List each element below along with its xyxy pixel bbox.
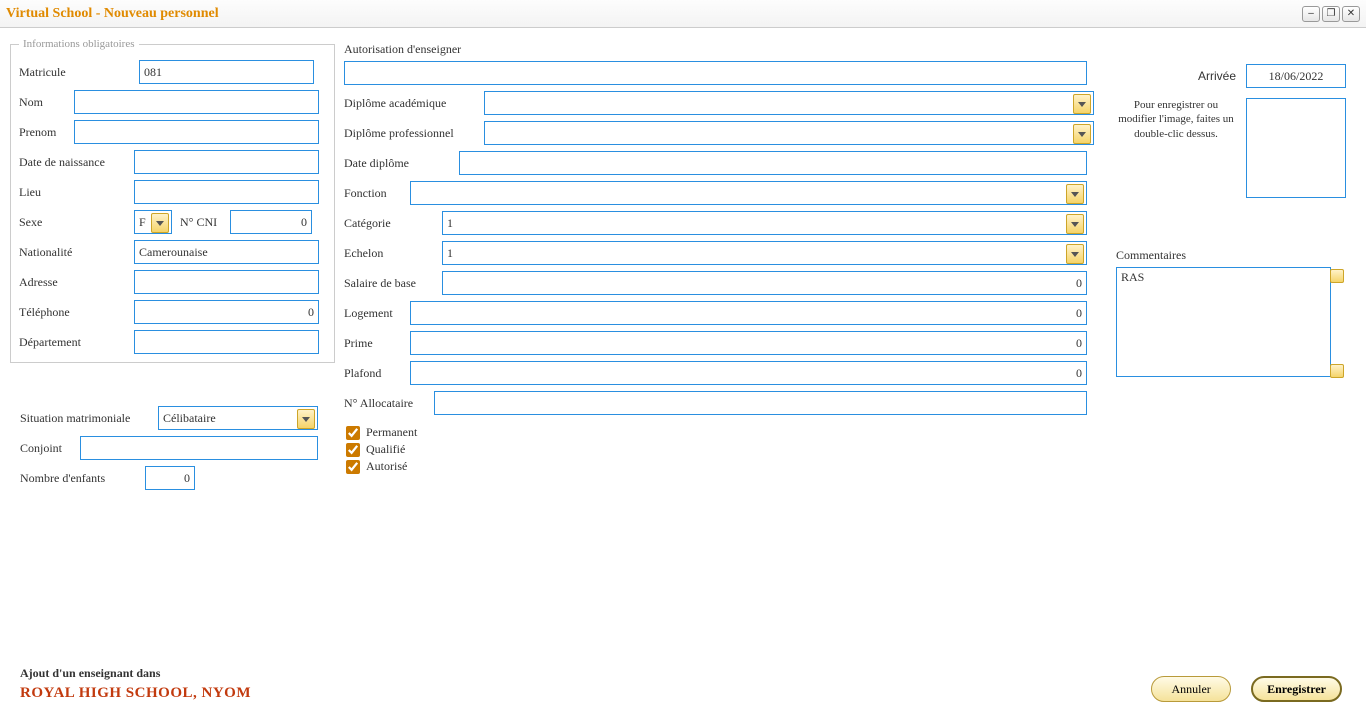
plafond-label: Plafond (344, 366, 410, 381)
categorie-value: 1 (447, 216, 453, 231)
situation-value: Célibataire (163, 411, 216, 426)
dip-prof-label: Diplôme professionnel (344, 126, 484, 141)
salaire-label: Salaire de base (344, 276, 442, 291)
dip-prof-select[interactable] (484, 121, 1094, 145)
allocataire-label: N° Allocataire (344, 396, 434, 411)
arrivee-label: Arrivée (1198, 69, 1236, 83)
cancel-button[interactable]: Annuler (1151, 676, 1231, 702)
footer-line1: Ajout d'un enseignant dans (20, 666, 251, 681)
qualifie-checkbox[interactable] (346, 443, 360, 457)
conjoint-field[interactable] (80, 436, 318, 460)
titlebar: Virtual School - Nouveau personnel – ❐ ✕ (0, 0, 1366, 28)
prenom-label: Prenom (19, 125, 74, 140)
dip-acad-select[interactable] (484, 91, 1094, 115)
allocataire-field[interactable] (434, 391, 1087, 415)
fonction-label: Fonction (344, 186, 410, 201)
plafond-field[interactable] (410, 361, 1087, 385)
departement-label: Département (19, 335, 134, 350)
dob-label: Date de naissance (19, 155, 134, 170)
adresse-field[interactable] (134, 270, 319, 294)
prenom-field[interactable] (74, 120, 319, 144)
sexe-label: Sexe (19, 215, 134, 230)
mandatory-info-group: Informations obligatoires Matricule Nom … (10, 38, 335, 363)
conjoint-label: Conjoint (20, 441, 80, 456)
comments-field[interactable] (1116, 267, 1331, 377)
permanent-label: Permanent (366, 425, 417, 440)
nom-field[interactable] (74, 90, 319, 114)
cni-label: N° CNI (180, 215, 230, 230)
logement-label: Logement (344, 306, 410, 321)
telephone-field[interactable] (134, 300, 319, 324)
close-button[interactable]: ✕ (1342, 6, 1360, 22)
scroll-up-icon[interactable] (1330, 269, 1344, 283)
comments-label: Commentaires (1116, 248, 1346, 263)
adresse-label: Adresse (19, 275, 134, 290)
dip-acad-label: Diplôme académique (344, 96, 484, 111)
auth-label: Autorisation d'enseigner (344, 42, 1094, 57)
categorie-label: Catégorie (344, 216, 442, 231)
echelon-label: Echelon (344, 246, 442, 261)
save-button[interactable]: Enregistrer (1251, 676, 1342, 702)
footer-info: Ajout d'un enseignant dans ROYAL HIGH SC… (20, 666, 251, 702)
footer-school-name: ROYAL HIGH SCHOOL, NYOM (20, 685, 251, 702)
arrivee-field[interactable] (1246, 64, 1346, 88)
telephone-label: Téléphone (19, 305, 134, 320)
lieu-field[interactable] (134, 180, 319, 204)
matricule-field[interactable] (139, 60, 314, 84)
nationalite-field[interactable] (134, 240, 319, 264)
image-hint: Pour enregistrer ou modifier l'image, fa… (1116, 98, 1236, 141)
date-dip-field[interactable] (459, 151, 1087, 175)
auth-field[interactable] (344, 61, 1087, 85)
prime-label: Prime (344, 336, 410, 351)
lieu-label: Lieu (19, 185, 134, 200)
departement-field[interactable] (134, 330, 319, 354)
window-title: Virtual School - Nouveau personnel (6, 6, 1302, 22)
echelon-select[interactable]: 1 (442, 241, 1087, 265)
mandatory-legend: Informations obligatoires (19, 38, 139, 50)
autorise-checkbox[interactable] (346, 460, 360, 474)
echelon-value: 1 (447, 246, 453, 261)
categorie-select[interactable]: 1 (442, 211, 1087, 235)
dob-field[interactable] (134, 150, 319, 174)
photo-box[interactable] (1246, 98, 1346, 198)
maximize-button[interactable]: ❐ (1322, 6, 1340, 22)
qualifie-label: Qualifié (366, 442, 405, 457)
cni-field[interactable] (230, 210, 312, 234)
autorise-label: Autorisé (366, 459, 407, 474)
logement-field[interactable] (410, 301, 1087, 325)
permanent-checkbox[interactable] (346, 426, 360, 440)
nom-label: Nom (19, 95, 74, 110)
enfants-field[interactable] (145, 466, 195, 490)
minimize-button[interactable]: – (1302, 6, 1320, 22)
enfants-label: Nombre d'enfants (20, 471, 145, 486)
situation-select[interactable]: Célibataire (158, 406, 318, 430)
nationalite-label: Nationalité (19, 245, 134, 260)
salaire-field[interactable] (442, 271, 1087, 295)
fonction-select[interactable] (410, 181, 1087, 205)
situation-label: Situation matrimoniale (20, 411, 158, 426)
date-dip-label: Date diplôme (344, 156, 459, 171)
matricule-label: Matricule (19, 65, 139, 80)
scroll-down-icon[interactable] (1330, 364, 1344, 378)
sexe-select[interactable]: F (134, 210, 172, 234)
prime-field[interactable] (410, 331, 1087, 355)
sexe-value: F (139, 215, 146, 230)
